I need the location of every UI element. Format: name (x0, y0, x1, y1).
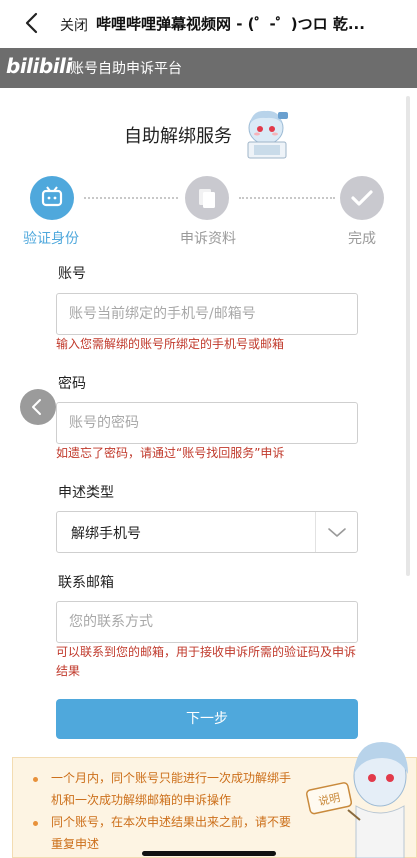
email-label: 联系邮箱 (58, 575, 114, 591)
appeal-type-label: 申述类型 (58, 485, 114, 501)
progress-steps: 验证身份 申诉资料 完成 (0, 172, 417, 252)
account-hint: 输入您需解绑的账号所绑定的手机号或邮箱 (56, 337, 285, 351)
header-title: 账号自助申诉平台 (70, 61, 182, 77)
password-label: 密码 (58, 376, 86, 392)
step-3-label: 完成 (348, 231, 376, 247)
password-hint: 如遗忘了密码，请通过“账号找回服务”申诉 (56, 446, 285, 460)
site-header: bilibili 账号自助申诉平台 (0, 48, 417, 88)
notice-item-1-line1: 一个月内，同个账号只能进行一次成功解绑手 (51, 771, 292, 785)
bilibili-logo[interactable]: bilibili (6, 54, 72, 78)
password-input[interactable] (56, 402, 358, 444)
appeal-type-select[interactable]: 解绑手机号 (56, 511, 358, 553)
floating-back-button[interactable] (20, 389, 56, 425)
email-hint-line1: 可以联系到您的邮箱，用于接收申诉所需的验证码及申诉 (56, 645, 357, 659)
bullet-dot (33, 777, 38, 782)
step-3-indicator (340, 176, 384, 220)
scrollbar[interactable] (406, 96, 410, 576)
documents-icon (199, 189, 215, 208)
chevron-left-icon (32, 399, 41, 415)
select-arrow[interactable] (315, 512, 357, 552)
notice-item-2-line2: 重复申述 (51, 837, 100, 851)
step-1-indicator (30, 176, 74, 220)
close-link[interactable]: 关闭 (60, 15, 88, 35)
account-input[interactable] (56, 293, 358, 335)
appeal-type-value: 解绑手机号 (71, 526, 141, 542)
top-nav-bar: 关闭 哔哩哔哩弹幕视频网 - (゜-゜)つロ 乾... (0, 0, 417, 48)
back-chevron-icon[interactable] (22, 10, 44, 36)
browser-page-title: 哔哩哔哩弹幕视频网 - (゜-゜)つロ 乾... (96, 15, 365, 33)
step-connector (84, 197, 178, 199)
notice-item-2-line1: 同个账号，在本次申述结果出来之前，请不要 (51, 815, 292, 829)
step-2-indicator (185, 176, 229, 220)
notice-item-1-line2: 机和一次成功解绑邮箱的申诉操作 (51, 793, 232, 807)
step-2-label: 申诉资料 (180, 231, 236, 247)
checkmark-icon (351, 190, 373, 206)
account-label: 账号 (58, 266, 86, 282)
mascot-illustration (247, 110, 288, 159)
email-hint-line2: 结果 (56, 664, 81, 678)
step-1-label: 验证身份 (23, 231, 79, 247)
service-title: 自助解绑服务 (124, 126, 232, 147)
step-connector (239, 197, 335, 199)
home-indicator[interactable] (142, 851, 276, 856)
chevron-down-icon (328, 528, 346, 537)
bullet-dot (33, 821, 38, 826)
email-input[interactable] (56, 601, 358, 643)
tv-icon (41, 186, 63, 207)
mascot-with-sign-illustration: 说明 (305, 742, 408, 858)
